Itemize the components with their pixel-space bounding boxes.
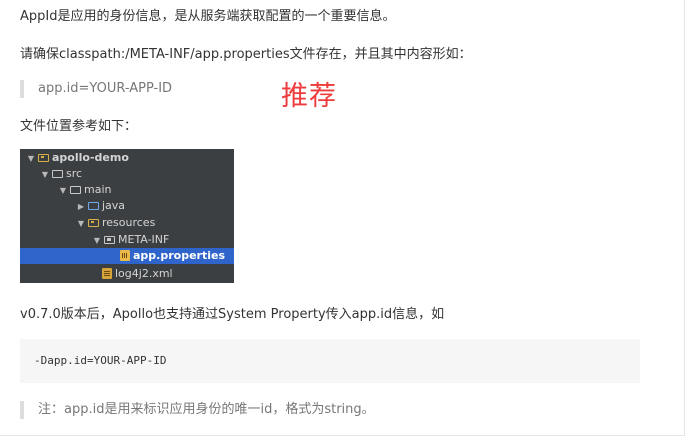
module-folder-icon — [38, 154, 49, 162]
tree-label-java: java — [102, 199, 126, 212]
recommend-annotation: 推荐 — [281, 81, 337, 112]
expanded-arrow-icon: ▼ — [93, 236, 101, 245]
appid-note-quote: 注：app.id是用来标识应用身份的唯一id，格式为string。 — [20, 401, 375, 419]
tree-row-src: ▼ src — [20, 166, 234, 182]
folder-icon — [70, 186, 81, 194]
tree-label-main: main — [84, 183, 112, 196]
expanded-arrow-icon: ▼ — [59, 186, 67, 195]
properties-file-icon — [120, 250, 130, 261]
system-property-paragraph: v0.7.0版本后，Apollo也支持通过System Property传入ap… — [20, 307, 445, 322]
tree-row-root: ▼ apollo-demo — [20, 150, 234, 166]
folder-icon — [52, 170, 63, 178]
tree-row-resources: ▼ resources — [20, 215, 234, 231]
tree-label-src: src — [66, 167, 83, 180]
appid-intro-paragraph: AppId是应用的身份信息，是从服务端获取配置的一个重要信息。 — [20, 9, 396, 24]
tree-row-app-properties: app.properties — [20, 248, 234, 264]
package-folder-icon — [104, 236, 115, 244]
expanded-arrow-icon: ▼ — [27, 154, 35, 163]
expanded-arrow-icon: ▼ — [77, 219, 85, 228]
tree-row-java: ▶ java — [20, 198, 234, 214]
file-location-paragraph: 文件位置参考如下： — [20, 119, 138, 134]
expanded-arrow-icon: ▼ — [41, 170, 49, 179]
xml-file-icon — [102, 268, 112, 279]
tree-label-app-properties: app.properties — [133, 249, 226, 262]
tree-label-log4j2: log4j2.xml — [115, 267, 173, 280]
project-tree-screenshot: ▼ apollo-demo ▼ src ▼ main ▶ java ▼ resources… — [20, 149, 234, 283]
collapsed-arrow-icon: ▶ — [77, 202, 85, 211]
tree-label-resources: resources — [102, 216, 156, 229]
tree-label-root: apollo-demo — [52, 151, 129, 164]
tree-row-meta-inf: ▼ META-INF — [20, 232, 234, 248]
jvm-arg-code-block: -Dapp.id=YOUR-APP-ID — [20, 339, 640, 383]
tree-row-main: ▼ main — [20, 182, 234, 198]
source-folder-icon — [88, 202, 99, 210]
file-requirement-paragraph: 请确保classpath:/META-INF/app.properties文件存… — [20, 47, 472, 62]
appid-example-quote: app.id=YOUR-APP-ID — [20, 80, 172, 98]
resources-folder-icon — [88, 219, 99, 227]
tree-row-log4j2: log4j2.xml — [20, 266, 234, 282]
document-page: AppId是应用的身份信息，是从服务端获取配置的一个重要信息。 请确保class… — [0, 0, 685, 436]
tree-label-meta-inf: META-INF — [118, 233, 170, 246]
